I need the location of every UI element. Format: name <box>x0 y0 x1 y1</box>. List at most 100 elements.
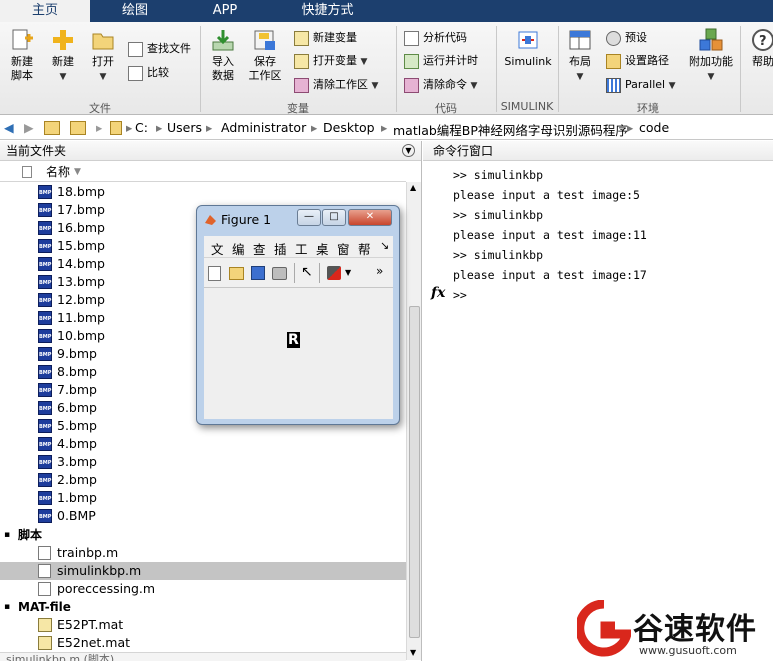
mat-section[interactable]: ▪ MAT-file <box>0 598 406 616</box>
minimize-button[interactable]: — <box>297 209 321 226</box>
menu-view[interactable]: 查 <box>253 239 266 258</box>
fx-icon[interactable]: fx <box>431 285 445 301</box>
new-button[interactable]: 新建 ▼ <box>48 28 78 84</box>
help-button[interactable]: ? 帮助 <box>748 28 773 69</box>
watermark-brand: 谷速软件 <box>633 612 757 647</box>
command-window[interactable]: 命令行窗口 >> simulinkbp please input a test … <box>423 141 773 661</box>
file-name: 8.bmp <box>57 364 97 379</box>
new-variable-button[interactable]: 新建变量 <box>294 29 357 47</box>
addons-button[interactable]: 附加功能 ▼ <box>688 28 734 84</box>
file-name: 5.bmp <box>57 418 97 433</box>
pointer-icon[interactable]: ↖ <box>301 264 313 280</box>
tab-home[interactable]: 主页 <box>0 0 90 22</box>
scroll-thumb[interactable] <box>409 306 420 638</box>
figure-canvas[interactable]: R <box>204 288 393 419</box>
analyze-code-button[interactable]: 分析代码 <box>404 29 467 47</box>
maximize-button[interactable]: □ <box>322 209 346 226</box>
list-item[interactable]: E52PT.mat <box>0 616 406 634</box>
list-item-selected[interactable]: simulinkbp.m <box>0 562 406 580</box>
save-workspace-button[interactable]: 保存 工作区 <box>247 28 283 83</box>
open-variable-button[interactable]: 打开变量 ▼ <box>294 52 367 70</box>
path-segment[interactable]: matlab编程BP神经网络字母识别源码程序 <box>393 120 628 139</box>
clear-workspace-button[interactable]: 清除工作区 ▼ <box>294 76 378 94</box>
print-icon[interactable] <box>272 267 287 280</box>
preferences-button[interactable]: 预设 <box>606 29 647 47</box>
path-sep-icon: ▸ <box>126 120 133 135</box>
ribbon-tab-bar: 主页 绘图 APP 快捷方式 <box>0 0 773 22</box>
compare-button[interactable]: 比较 <box>128 64 169 82</box>
save-workspace-icon <box>254 30 275 50</box>
menu-overflow-icon[interactable]: ↘ <box>380 239 389 252</box>
list-item[interactable]: trainbp.m <box>0 544 406 562</box>
brush-icon[interactable] <box>327 266 341 280</box>
scroll-up-icon[interactable]: ▲ <box>410 183 416 192</box>
menu-tools[interactable]: 工 <box>295 239 308 258</box>
list-item[interactable]: BMP 0.BMP <box>0 507 406 525</box>
file-name: 9.bmp <box>57 346 97 361</box>
folder-icon <box>606 53 621 69</box>
bmp-file-icon: BMP <box>38 221 52 235</box>
path-segment[interactable]: C: <box>135 120 148 135</box>
path-segment[interactable]: Users <box>167 120 202 135</box>
find-files-button[interactable]: 查找文件 <box>128 40 191 58</box>
layout-button[interactable]: 布局 ▼ <box>564 28 596 84</box>
file-name: 12.bmp <box>57 292 105 307</box>
list-item[interactable]: BMP 18.bmp <box>0 183 406 201</box>
tab-apps[interactable]: APP <box>180 0 270 22</box>
simulink-button[interactable]: Simulink <box>502 28 554 69</box>
set-path-button[interactable]: 设置路径 <box>606 52 669 70</box>
column-header[interactable]: 名称 ▼ <box>0 162 406 182</box>
list-item[interactable]: E52net.mat <box>0 634 406 652</box>
close-button[interactable]: ✕ <box>348 209 392 226</box>
open-button[interactable]: 打开 ▼ <box>88 28 118 84</box>
menu-file[interactable]: 文 <box>211 239 224 258</box>
bmp-file-icon: BMP <box>38 419 52 433</box>
save-icon[interactable] <box>251 266 265 280</box>
up-folder-icon[interactable] <box>44 121 60 135</box>
menu-window[interactable]: 窗 <box>337 239 350 258</box>
forward-icon[interactable]: ▶ <box>24 120 34 135</box>
command-prompt[interactable]: >> <box>453 285 467 305</box>
list-item[interactable]: BMP 3.bmp <box>0 453 406 471</box>
bmp-file-icon: BMP <box>38 311 52 325</box>
tab-shortcuts[interactable]: 快捷方式 <box>270 0 385 22</box>
menu-help[interactable]: 帮 <box>358 239 371 258</box>
path-segment[interactable]: code <box>639 120 669 135</box>
open-file-icon[interactable] <box>229 267 244 280</box>
collapse-icon[interactable]: ▪ <box>4 598 10 616</box>
scripts-section[interactable]: ▪ 脚本 <box>0 526 406 544</box>
run-and-time-button[interactable]: 运行并计时 <box>404 52 478 70</box>
file-list-scrollbar[interactable]: ▲ ▼ <box>406 182 421 660</box>
tab-plots[interactable]: 绘图 <box>90 0 180 22</box>
browse-folder-icon[interactable] <box>70 121 86 135</box>
path-sep-icon: ▸ <box>311 120 318 135</box>
list-item[interactable]: BMP 1.bmp <box>0 489 406 507</box>
parallel-button[interactable]: Parallel ▼ <box>606 76 676 94</box>
bmp-file-icon: BMP <box>38 491 52 505</box>
new-script-button[interactable]: 新建 脚本 <box>6 28 38 83</box>
back-icon[interactable]: ◀ <box>4 120 14 135</box>
toolbar-overflow-icon[interactable]: » <box>376 264 383 278</box>
new-figure-icon[interactable] <box>208 266 221 281</box>
list-item[interactable]: BMP 2.bmp <box>0 471 406 489</box>
bmp-file-icon: BMP <box>38 329 52 343</box>
scroll-down-icon[interactable]: ▼ <box>410 648 416 657</box>
watermark-url: www.gusuoft.com <box>639 644 737 657</box>
chevron-down-icon[interactable]: ▼ <box>345 268 351 277</box>
clear-commands-button[interactable]: 清除命令 ▼ <box>404 76 477 94</box>
menu-desktop[interactable]: 桌 <box>316 239 329 258</box>
path-segment[interactable]: Administrator <box>221 120 306 135</box>
details-footer: simulinkbp.m (脚本) <box>0 652 406 661</box>
pane-menu-icon[interactable]: ▼ <box>402 144 415 157</box>
list-item[interactable]: poreccessing.m <box>0 580 406 598</box>
bmp-file-icon: BMP <box>38 401 52 415</box>
command-output: please input a test image:11 <box>453 228 647 242</box>
list-item[interactable]: BMP 4.bmp <box>0 435 406 453</box>
menu-edit[interactable]: 编 <box>232 239 245 258</box>
matlab-logo-icon <box>205 215 216 225</box>
collapse-icon[interactable]: ▪ <box>4 526 10 544</box>
path-segment[interactable]: Desktop <box>323 120 375 135</box>
import-data-button[interactable]: 导入 数据 <box>205 28 241 83</box>
menu-insert[interactable]: 插 <box>274 239 287 258</box>
figure-window[interactable]: Figure 1 — □ ✕ 文 编 查 插 工 桌 窗 帮 ↘ ↖ ▼ » R <box>196 205 400 425</box>
